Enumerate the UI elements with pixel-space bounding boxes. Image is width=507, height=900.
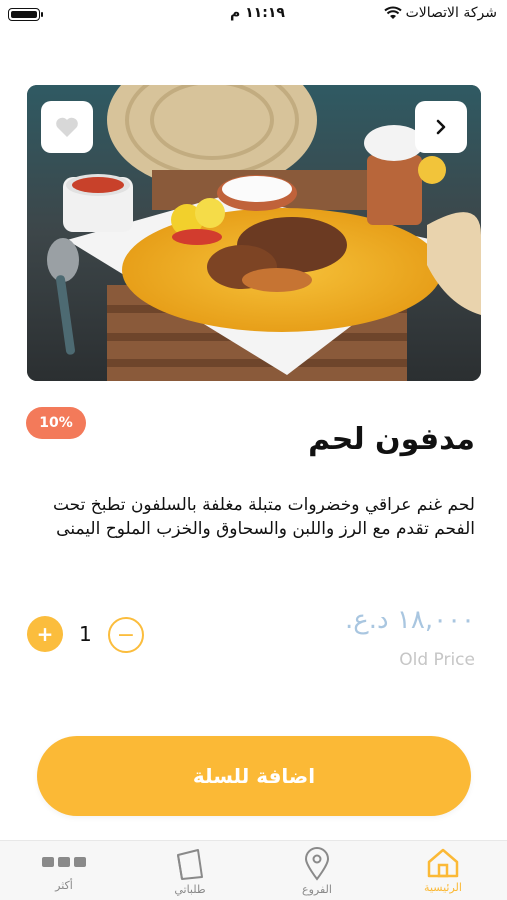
wifi-icon [384, 6, 402, 19]
orders-bag-icon [177, 849, 203, 880]
product-price: ١٨,٠٠٠ د.ع. [345, 605, 475, 635]
favorite-button[interactable] [41, 101, 93, 153]
product-title: مدفون لحم [308, 422, 475, 457]
quantity-value: 1 [79, 622, 92, 646]
nav-tab-home[interactable]: الرئيسية [383, 841, 503, 900]
product-image [27, 85, 481, 381]
quantity-decrease-button[interactable]: − [108, 617, 144, 653]
carrier-name: شركة الاتصالات [405, 5, 497, 21]
next-image-button[interactable] [415, 101, 467, 153]
more-dots-icon [42, 857, 86, 867]
nav-label-more: أكثر [55, 879, 73, 892]
nav-label-orders: طلباتي [174, 883, 206, 896]
location-pin-icon [304, 847, 330, 881]
status-bar: ١١:١٩ م شركة الاتصالات [0, 0, 507, 30]
product-description: لحم غنم عراقي وخضروات متبلة مغلفة بالسلف… [52, 495, 475, 539]
add-to-cart-button[interactable]: اضافة للسلة [37, 736, 471, 816]
nav-label-home: الرئيسية [424, 881, 462, 894]
old-price-label: Old Price [399, 650, 475, 670]
battery-icon [8, 8, 43, 21]
home-icon [427, 848, 459, 878]
nav-label-branches: الفروع [302, 883, 332, 896]
nav-tab-branches[interactable]: الفروع [257, 841, 377, 900]
chevron-right-icon [436, 119, 446, 135]
quantity-increase-button[interactable]: + [27, 616, 63, 652]
food-photo [27, 85, 481, 381]
heart-icon [56, 117, 78, 137]
nav-tab-more[interactable]: أكثر [4, 841, 124, 900]
nav-tab-orders[interactable]: طلباتي [130, 841, 250, 900]
bottom-nav: الرئيسية الفروع طلباتي أكثر [0, 840, 507, 900]
status-time: ١١:١٩ م [230, 5, 285, 21]
discount-badge: 10% [26, 407, 86, 439]
